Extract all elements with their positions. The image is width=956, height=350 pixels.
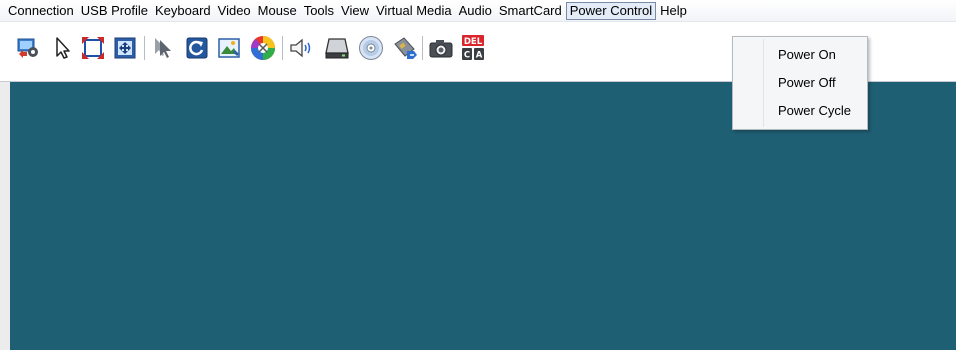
alt-key-label: A [476,51,483,61]
smartcard-icon[interactable] [392,35,418,61]
menu-connection[interactable]: Connection [5,2,77,20]
menu-item-power-cycle[interactable]: Power Cycle [735,99,865,123]
drive-icon[interactable] [324,35,350,61]
menu-mouse[interactable]: Mouse [255,2,300,20]
viewer-border [0,82,10,350]
cd-icon[interactable] [358,35,384,61]
toolbar-separator [144,36,145,60]
fit-window-icon[interactable] [112,35,138,61]
menu-power-control[interactable]: Power Control [565,1,657,20]
menu-view[interactable]: View [338,2,372,20]
menu-usb-profile[interactable]: USB Profile [78,2,151,20]
pointer-icon[interactable] [50,35,76,61]
toolbar-separator [282,36,283,60]
settings-monitor-icon[interactable] [16,35,42,61]
power-control-menu: Power On Power Off Power Cycle [732,36,868,130]
menu-smartcard[interactable]: SmartCard [496,2,565,20]
menu-keyboard[interactable]: Keyboard [152,2,214,20]
refresh-icon[interactable] [184,35,210,61]
ctrl-key-label: C [464,51,470,61]
menu-tools[interactable]: Tools [301,2,337,20]
dual-cursor-icon[interactable] [150,35,176,61]
menu-video[interactable]: Video [215,2,254,20]
menu-item-power-off[interactable]: Power Off [735,71,865,95]
speaker-icon[interactable] [288,35,314,61]
menu-bar: Connection USB Profile Keyboard Video Mo… [0,0,956,22]
ctrl-alt-del-icon[interactable]: DEL C A [460,35,486,61]
kvm-viewer-window: Connection USB Profile Keyboard Video Mo… [0,0,956,350]
fullscreen-icon[interactable] [80,35,106,61]
menu-help[interactable]: Help [657,2,690,20]
menu-item-power-on[interactable]: Power On [735,43,865,67]
auto-adjust-icon[interactable] [216,35,242,61]
menu-audio[interactable]: Audio [456,2,495,20]
del-key-label: DEL [464,37,483,47]
toolbar-separator [422,36,423,60]
camera-icon[interactable] [428,35,454,61]
menu-virtual-media[interactable]: Virtual Media [373,2,455,20]
color-wheel-icon[interactable] [250,35,276,61]
